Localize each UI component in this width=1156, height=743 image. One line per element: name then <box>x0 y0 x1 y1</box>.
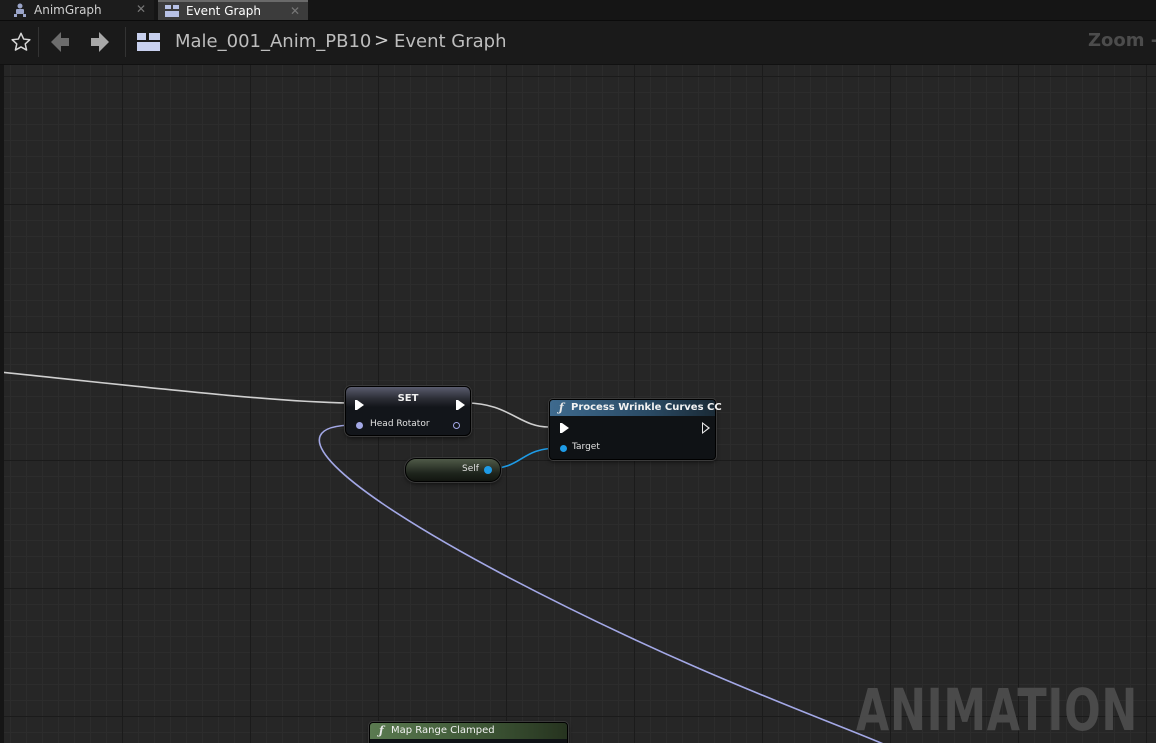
node-title: SET <box>397 393 419 404</box>
anim-graph-icon <box>14 3 26 17</box>
exec-output-pin[interactable] <box>456 400 465 410</box>
document-tab-bar: AnimGraph ✕ Event Graph ✕ <box>0 0 1156 21</box>
zoom-level: Zoom -2 <box>1088 30 1156 51</box>
node-label: Self <box>462 464 479 474</box>
pin-label: Head Rotator <box>370 419 430 429</box>
tab-event-graph[interactable]: Event Graph ✕ <box>158 0 308 20</box>
graph-toolbar: Male_001_Anim_PB10 > Event Graph Zoom -2 <box>0 21 1156 65</box>
toolbar-divider <box>38 27 39 57</box>
arrow-left-icon <box>51 32 69 52</box>
graph-type-icon-button <box>134 28 164 56</box>
function-f-icon: ƒ <box>379 724 384 737</box>
exec-input-pin[interactable] <box>560 423 569 433</box>
target-input-pin[interactable] <box>560 445 567 452</box>
pin-label: Target <box>572 442 600 452</box>
node-title: Process Wrinkle Curves CC <box>571 402 722 413</box>
exec-wire-in <box>4 371 349 404</box>
process-wrinkle-curves-node[interactable]: ƒ Process Wrinkle Curves CC Target <box>549 399 722 460</box>
breadcrumb-graph[interactable]: Event Graph <box>394 31 507 52</box>
self-reference-node[interactable]: Self <box>405 458 501 482</box>
tab-label: AnimGraph <box>34 3 102 17</box>
exec-output-pin[interactable] <box>702 422 710 434</box>
head-rotator-input-pin[interactable] <box>356 422 363 429</box>
head-rotator-output-pin[interactable] <box>453 422 460 429</box>
star-icon <box>11 32 31 51</box>
event-graph-icon <box>165 5 179 17</box>
toolbar-divider <box>125 27 126 57</box>
function-f-icon: ƒ <box>559 401 564 414</box>
self-output-pin[interactable] <box>484 466 492 474</box>
tab-label: Event Graph <box>186 4 261 18</box>
arrow-right-icon <box>91 32 109 52</box>
exec-wire-set-to-function <box>465 402 550 428</box>
graph-watermark: ANIMATION <box>856 676 1139 743</box>
graph-canvas[interactable]: SET Head Rotator ƒ Process Wrinkle Curve… <box>4 65 1156 743</box>
set-variable-node[interactable]: SET Head Rotator <box>345 386 471 436</box>
forward-button[interactable] <box>86 28 114 56</box>
back-button[interactable] <box>46 28 74 56</box>
tab-animgraph[interactable]: AnimGraph ✕ <box>0 0 154 20</box>
breadcrumb-separator: > <box>374 30 390 51</box>
favorite-button[interactable] <box>6 28 36 56</box>
breadcrumb-asset[interactable]: Male_001_Anim_PB10 <box>175 31 371 52</box>
close-icon[interactable]: ✕ <box>136 2 146 16</box>
map-range-clamped-node[interactable]: ƒ Map Range Clamped <box>369 722 568 743</box>
exec-input-pin[interactable] <box>355 400 364 410</box>
event-graph-icon <box>137 33 160 51</box>
node-title: Map Range Clamped <box>391 725 495 736</box>
close-icon[interactable]: ✕ <box>290 4 300 18</box>
